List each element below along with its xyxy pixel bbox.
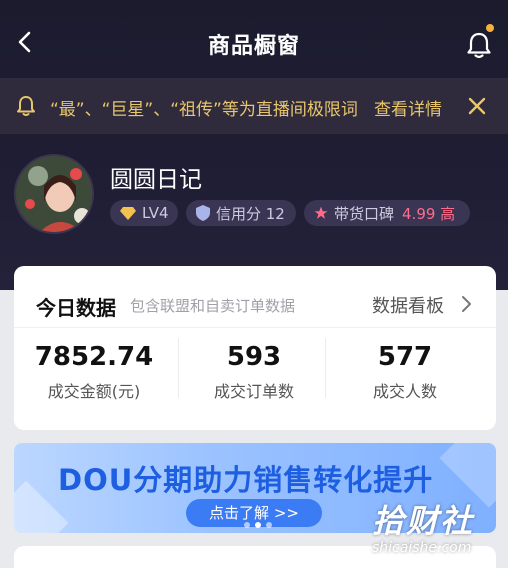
banner-title: DOU分期助力销售转化提升 (58, 463, 434, 497)
notification-bell-icon[interactable] (462, 24, 496, 60)
stat-order-count[interactable]: 593 成交订单数 (174, 342, 334, 402)
diamond-icon (120, 206, 136, 220)
reputation-score: 4.99 高 (402, 204, 456, 223)
carousel-dot-active[interactable] (255, 522, 261, 528)
reputation-badge[interactable]: 带货口碑 4.99 高 (304, 200, 470, 226)
card-subtitle: 包含联盟和自卖订单数据 (130, 297, 296, 315)
stat-sales-amount[interactable]: 7852.74 成交金额(元) (14, 342, 174, 402)
today-data-card: 今日数据 包含联盟和自卖订单数据 数据看板 7852.74 成交金额(元) 59… (14, 266, 496, 430)
notice-text: “最”、“巨星”、“祖传”等为直播间极限词 (50, 100, 358, 120)
shield-icon (196, 205, 210, 221)
notice-banner: “最”、“巨星”、“祖传”等为直播间极限词 查看详情 (0, 78, 508, 134)
stat-buyer-count[interactable]: 577 成交人数 (325, 342, 485, 402)
watermark-main: 拾财社 (372, 502, 475, 540)
level-badge[interactable]: LV4 (110, 200, 178, 226)
credit-text: 信用分 12 (216, 204, 285, 223)
shop-name: 圆圆日记 (110, 167, 202, 193)
stat-label: 成交人数 (372, 382, 437, 401)
stat-value: 593 (226, 342, 282, 372)
chevron-right-icon[interactable] (460, 294, 474, 314)
carousel-dot[interactable] (266, 522, 272, 528)
notice-bell-icon (14, 94, 38, 118)
notice-details-link[interactable]: 查看详情 (374, 95, 442, 120)
top-nav: 商品橱窗 (0, 0, 508, 78)
star-icon (314, 206, 328, 220)
divider (14, 327, 496, 328)
close-icon[interactable] (466, 95, 488, 117)
watermark-sub: shicaishe.com (372, 540, 472, 556)
data-dashboard-link[interactable]: 数据看板 (372, 292, 444, 318)
avatar[interactable] (14, 154, 94, 234)
level-text: LV4 (142, 204, 169, 222)
unread-dot (486, 24, 494, 32)
stat-label: 成交订单数 (213, 382, 294, 401)
card-title: 今日数据 (36, 296, 116, 320)
stat-label: 成交金额(元) (47, 382, 141, 401)
reputation-label: 带货口碑 (334, 204, 395, 223)
carousel-dot[interactable] (244, 522, 250, 528)
stat-value: 577 (377, 342, 433, 372)
stat-value: 7852.74 (34, 342, 154, 372)
page-title: 商品橱窗 (207, 34, 300, 59)
credit-badge[interactable]: 信用分 12 (186, 200, 296, 226)
watermark-logo: 拾财社 shicaishe.com (372, 496, 502, 566)
carousel-dots (244, 522, 272, 528)
